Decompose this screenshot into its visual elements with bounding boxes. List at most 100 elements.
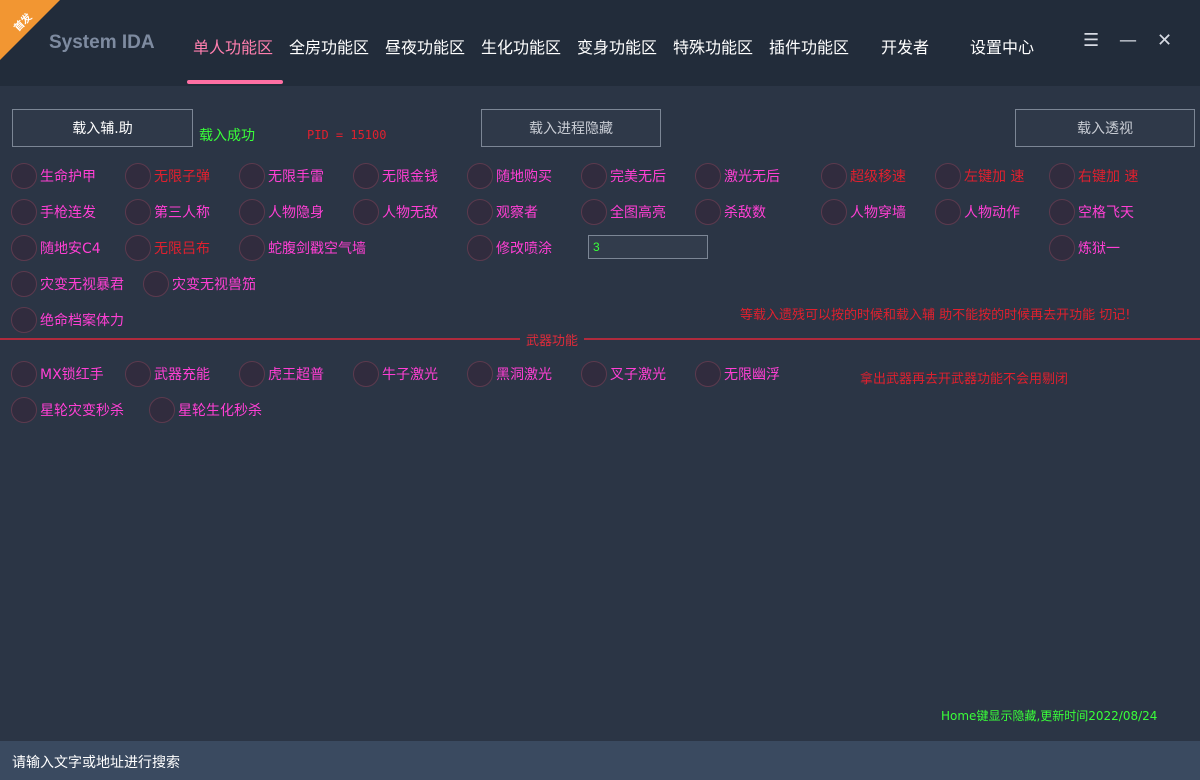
checkbox-circle-icon[interactable] — [11, 163, 37, 189]
tab-single-player[interactable]: 单人功能区 — [193, 34, 273, 58]
checkbox-circle-icon[interactable] — [821, 199, 847, 225]
tab-special[interactable]: 特殊功能区 — [673, 34, 753, 58]
feature-checkbox[interactable]: 人物隐身 — [239, 199, 324, 225]
checkbox-circle-icon[interactable] — [935, 199, 961, 225]
checkbox-circle-icon[interactable] — [467, 361, 493, 387]
feature-checkbox[interactable]: 无限吕布 — [125, 235, 210, 261]
feature-checkbox[interactable]: 全图高亮 — [581, 199, 666, 225]
feature-checkbox[interactable]: 随地安C4 — [11, 235, 101, 261]
load-warning: 等载入遗残可以按的时候和载入辅 助不能按的时候再去开功能 切记! — [740, 308, 1131, 323]
feature-checkbox[interactable]: 炼狱一 — [1049, 235, 1120, 261]
checkbox-circle-icon[interactable] — [695, 361, 721, 387]
feature-checkbox[interactable]: 人物动作 — [935, 199, 1020, 225]
checkbox-circle-icon[interactable] — [239, 199, 265, 225]
checkbox-circle-icon[interactable] — [11, 397, 37, 423]
feature-checkbox[interactable]: MX锁红手 — [11, 361, 104, 387]
feature-checkbox[interactable]: 武器充能 — [125, 361, 210, 387]
pid-readout: PID = 15100 — [307, 128, 387, 142]
checkbox-circle-icon[interactable] — [1049, 235, 1075, 261]
search-bar[interactable]: 请输入文字或地址进行搜索 — [0, 741, 1200, 780]
feature-checkbox[interactable]: 蛇腹剑戳空气墙 — [239, 235, 366, 261]
checkbox-circle-icon[interactable] — [695, 199, 721, 225]
feature-checkbox[interactable]: 无限幽浮 — [695, 361, 780, 387]
load-assist-button[interactable]: 载入辅.助 — [12, 109, 193, 147]
checkbox-circle-icon[interactable] — [1049, 163, 1075, 189]
checkbox-circle-icon[interactable] — [467, 235, 493, 261]
tab-transform[interactable]: 变身功能区 — [577, 34, 657, 58]
feature-checkbox[interactable]: 灾变无视暴君 — [11, 271, 124, 297]
feature-checkbox[interactable]: 随地购买 — [467, 163, 552, 189]
feature-checkbox[interactable]: 手枪连发 — [11, 199, 96, 225]
checkbox-circle-icon[interactable] — [581, 163, 607, 189]
load-esp-button[interactable]: 载入透视 — [1015, 109, 1195, 147]
feature-checkbox[interactable]: 观察者 — [467, 199, 538, 225]
feature-checkbox[interactable]: 星轮生化秒杀 — [149, 397, 262, 423]
feature-checkbox[interactable]: 超级移速 — [821, 163, 906, 189]
tab-biochem[interactable]: 生化功能区 — [481, 34, 561, 58]
checkbox-circle-icon[interactable] — [935, 163, 961, 189]
checkbox-circle-icon[interactable] — [149, 397, 175, 423]
tab-settings[interactable]: 设置中心 — [970, 34, 1034, 58]
close-icon[interactable]: ✕ — [1157, 30, 1172, 51]
tab-room[interactable]: 全房功能区 — [289, 34, 369, 58]
feature-checkbox[interactable]: 空格飞天 — [1049, 199, 1134, 225]
spray-value-input[interactable] — [588, 235, 708, 259]
checkbox-circle-icon[interactable] — [143, 271, 169, 297]
feature-checkbox[interactable]: 人物穿墙 — [821, 199, 906, 225]
feature-label: 叉子激光 — [610, 367, 666, 383]
tab-plugins[interactable]: 插件功能区 — [769, 34, 849, 58]
checkbox-circle-icon[interactable] — [11, 235, 37, 261]
checkbox-circle-icon[interactable] — [467, 163, 493, 189]
checkbox-circle-icon[interactable] — [125, 361, 151, 387]
checkbox-circle-icon[interactable] — [467, 199, 493, 225]
feature-label: 随地购买 — [496, 169, 552, 185]
checkbox-circle-icon[interactable] — [353, 361, 379, 387]
load-hide-process-button[interactable]: 载入进程隐藏 — [481, 109, 661, 147]
feature-label: 超级移速 — [850, 169, 906, 185]
checkbox-circle-icon[interactable] — [239, 361, 265, 387]
checkbox-circle-icon[interactable] — [1049, 199, 1075, 225]
feature-checkbox[interactable]: 绝命档案体力 — [11, 307, 124, 333]
feature-checkbox[interactable]: 修改喷涂 — [467, 235, 552, 261]
checkbox-circle-icon[interactable] — [695, 163, 721, 189]
checkbox-circle-icon[interactable] — [11, 199, 37, 225]
weapon-warning: 拿出武器再去开武器功能不会用剔闭 — [860, 372, 1069, 387]
checkbox-circle-icon[interactable] — [821, 163, 847, 189]
feature-checkbox[interactable]: 杀敌数 — [695, 199, 766, 225]
feature-checkbox[interactable]: 左键加 速 — [935, 163, 1024, 189]
feature-checkbox[interactable]: 人物无敌 — [353, 199, 438, 225]
tab-day-night[interactable]: 昼夜功能区 — [385, 34, 465, 58]
checkbox-circle-icon[interactable] — [353, 199, 379, 225]
feature-checkbox[interactable]: 无限子弹 — [125, 163, 210, 189]
feature-checkbox[interactable]: 无限金钱 — [353, 163, 438, 189]
feature-checkbox[interactable]: 虎王超普 — [239, 361, 324, 387]
feature-checkbox[interactable]: 星轮灾变秒杀 — [11, 397, 124, 423]
feature-checkbox[interactable]: 第三人称 — [125, 199, 210, 225]
feature-label: 手枪连发 — [40, 205, 96, 221]
minimize-icon[interactable]: — — [1119, 30, 1137, 51]
checkbox-circle-icon[interactable] — [581, 199, 607, 225]
checkbox-circle-icon[interactable] — [125, 199, 151, 225]
load-status: 载入成功 — [199, 128, 255, 144]
checkbox-circle-icon[interactable] — [125, 163, 151, 189]
feature-checkbox[interactable]: 生命护甲 — [11, 163, 96, 189]
feature-checkbox[interactable]: 牛子激光 — [353, 361, 438, 387]
hamburger-icon[interactable]: ☰ — [1083, 30, 1099, 51]
checkbox-circle-icon[interactable] — [11, 361, 37, 387]
feature-checkbox[interactable]: 右键加 速 — [1049, 163, 1138, 189]
checkbox-circle-icon[interactable] — [125, 235, 151, 261]
feature-checkbox[interactable]: 灾变无视兽笳 — [143, 271, 256, 297]
tab-developer[interactable]: 开发者 — [881, 34, 929, 58]
feature-checkbox[interactable]: 黑洞激光 — [467, 361, 552, 387]
checkbox-circle-icon[interactable] — [239, 163, 265, 189]
checkbox-circle-icon[interactable] — [581, 361, 607, 387]
feature-checkbox[interactable]: 叉子激光 — [581, 361, 666, 387]
checkbox-circle-icon[interactable] — [239, 235, 265, 261]
checkbox-circle-icon[interactable] — [11, 271, 37, 297]
feature-checkbox[interactable]: 激光无后 — [695, 163, 780, 189]
feature-checkbox[interactable]: 完美无后 — [581, 163, 666, 189]
checkbox-circle-icon[interactable] — [353, 163, 379, 189]
feature-checkbox[interactable]: 无限手雷 — [239, 163, 324, 189]
checkbox-circle-icon[interactable] — [11, 307, 37, 333]
search-placeholder[interactable]: 请输入文字或地址进行搜索 — [12, 752, 180, 772]
